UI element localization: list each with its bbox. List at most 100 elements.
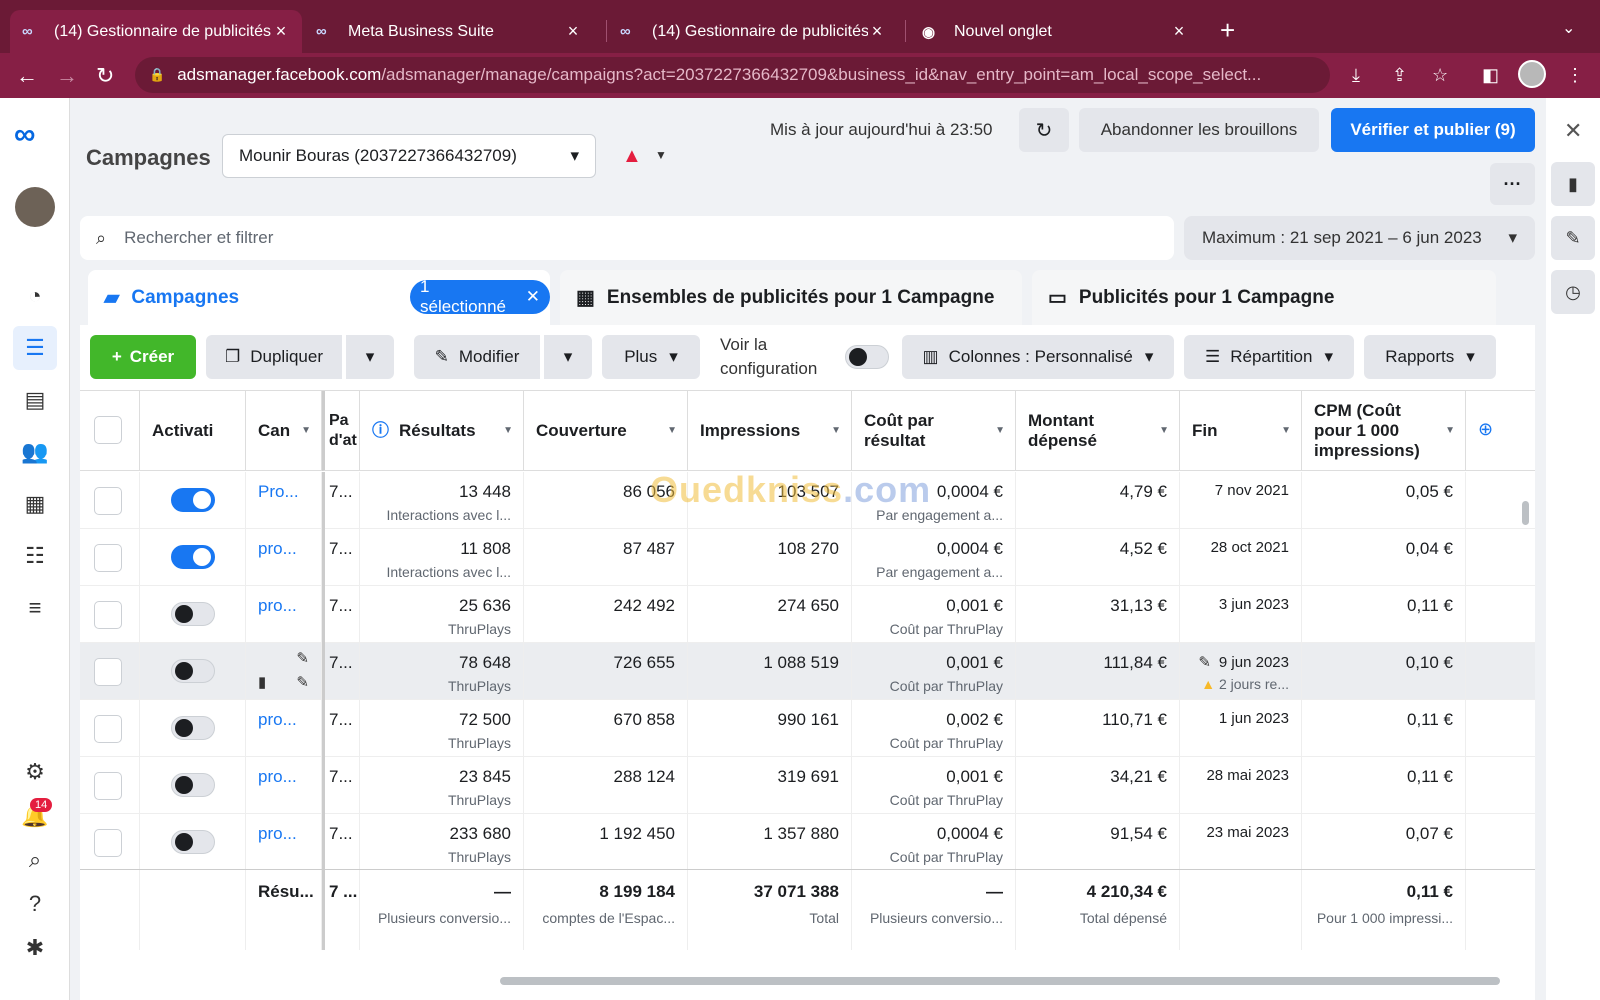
tab-campaigns[interactable]: ▰ Campagnes 1 sélectionné ✕ xyxy=(88,270,550,325)
header-end-date[interactable]: Fin ▼ xyxy=(1180,391,1302,471)
header-reach[interactable]: Couverture ▼ xyxy=(524,391,688,471)
activation-toggle[interactable] xyxy=(170,488,215,512)
all-tools-menu-icon[interactable]: ≡ xyxy=(13,586,57,630)
browser-profile-avatar[interactable] xyxy=(1518,60,1546,88)
close-tab-icon[interactable]: × xyxy=(272,21,290,42)
header-cost-per-result[interactable]: Coût par résultat ▼ xyxy=(852,391,1016,471)
selected-count-pill[interactable]: 1 sélectionné ✕ xyxy=(410,277,550,316)
table-row[interactable]: pro... 7... 233 680 ThruPlays 1 192 450 1 357… xyxy=(80,814,1535,871)
search-filter-bar[interactable]: ⌕ Rechercher et filtrer xyxy=(80,216,1174,260)
add-column-plus-icon[interactable]: ⊕ xyxy=(1478,419,1493,440)
tab-ad-sets[interactable]: ▦ Ensembles de publicités pour 1 Campagn… xyxy=(560,270,1022,325)
duplicate-dropdown[interactable]: ▾ xyxy=(346,335,394,379)
more-options-button[interactable]: ··· xyxy=(1490,163,1535,205)
row-checkbox[interactable] xyxy=(94,772,122,800)
charts-bar-icon[interactable]: ▮ xyxy=(1551,162,1595,206)
address-bar[interactable]: 🔒 adsmanager.facebook.com /adsmanager/ma… xyxy=(135,57,1330,93)
discard-drafts-button[interactable]: Abandonner les brouillons xyxy=(1079,108,1319,152)
pencil-icon[interactable]: ✎ xyxy=(296,673,309,691)
row-checkbox[interactable] xyxy=(94,544,122,572)
close-tab-icon[interactable]: × xyxy=(1170,21,1188,42)
more-actions-button[interactable]: Plus ▾ xyxy=(602,335,700,379)
history-clock-icon[interactable]: ◷ xyxy=(1551,270,1595,314)
header-impressions[interactable]: Impressions ▼ xyxy=(688,391,852,471)
close-tab-icon[interactable]: × xyxy=(564,21,582,42)
browser-tab-ads-manager[interactable]: ∞ (14) Gestionnaire de publicités × xyxy=(608,10,898,53)
activation-toggle[interactable] xyxy=(170,545,215,569)
avatar[interactable] xyxy=(15,187,55,227)
edit-pencil-icon[interactable]: ✎ xyxy=(1551,216,1595,260)
campaign-name-link[interactable]: pro... xyxy=(258,824,297,843)
share-icon[interactable]: ⇪ xyxy=(1392,65,1407,86)
header-amount-spent[interactable]: Montant dépensé ▼ xyxy=(1016,391,1180,471)
row-checkbox[interactable] xyxy=(94,829,122,857)
row-checkbox[interactable] xyxy=(94,601,122,629)
browser-tab-new[interactable]: ◉ Nouvel onglet × xyxy=(910,10,1200,53)
account-selector[interactable]: Mounir Bouras (2037227366432709) ▾ xyxy=(222,134,596,178)
meta-logo-icon[interactable]: ∞ xyxy=(14,118,35,152)
help-icon[interactable]: ? xyxy=(13,882,57,926)
review-publish-button[interactable]: Vérifier et publier (9) xyxy=(1331,108,1535,152)
activation-toggle[interactable] xyxy=(170,716,215,740)
table-row[interactable]: pro... 7... 11 808 Interactions avec l... 87… xyxy=(80,529,1535,586)
tab-ads[interactable]: ▭ Publicités pour 1 Campagne xyxy=(1032,270,1496,325)
close-icon[interactable]: ✕ xyxy=(1564,118,1582,144)
table-row[interactable]: ✎ ▮ ✎ 7... 78 648 ThruPlays 726 655 1 088 519 0,… xyxy=(80,643,1535,700)
activation-toggle[interactable] xyxy=(170,659,215,683)
date-range-selector[interactable]: Maximum : 21 sep 2021 – 6 jun 2023 ▾ xyxy=(1184,216,1535,260)
row-checkbox[interactable] xyxy=(94,487,122,515)
campaign-name-link[interactable]: Pro... xyxy=(258,482,299,501)
duplicate-button[interactable]: ❐ Dupliquer xyxy=(206,335,342,379)
browser-menu-icon[interactable]: ⋮ xyxy=(1566,65,1584,86)
forward-icon[interactable]: → xyxy=(56,63,78,89)
header-activation[interactable]: Activati xyxy=(140,391,246,471)
edit-dropdown[interactable]: ▾ xyxy=(544,335,592,379)
chevron-down-icon[interactable]: ▼ xyxy=(655,148,667,162)
refresh-button[interactable]: ↻ xyxy=(1019,108,1069,152)
activation-toggle[interactable] xyxy=(170,602,215,626)
campaign-name-link[interactable]: pro... xyxy=(258,539,297,558)
audiences-people-icon[interactable]: 👥 xyxy=(13,430,57,474)
horizontal-scrollbar[interactable] xyxy=(500,977,1500,985)
activation-toggle[interactable] xyxy=(170,773,215,797)
create-button[interactable]: + Créer xyxy=(90,335,196,379)
campaigns-table-icon[interactable]: ☰ xyxy=(13,326,57,370)
row-checkbox[interactable] xyxy=(94,658,122,686)
back-icon[interactable]: ← xyxy=(16,63,38,89)
bug-report-icon[interactable]: ✱ xyxy=(13,926,57,970)
header-attribution[interactable]: Pa d'at xyxy=(322,391,360,471)
campaign-name-link[interactable]: pro... xyxy=(258,710,297,729)
catalog-pages-icon[interactable]: ▤ xyxy=(13,378,57,422)
settings-gear-icon[interactable]: ⚙ xyxy=(13,750,57,794)
reload-icon[interactable]: ↻ xyxy=(96,63,114,89)
close-tab-icon[interactable]: × xyxy=(868,21,886,42)
header-results[interactable]: ⓘ Résultats ▼ xyxy=(360,391,524,471)
table-row[interactable]: pro... 7... 25 636 ThruPlays 242 492 274 650 0… xyxy=(80,586,1535,643)
browser-tab-business-suite[interactable]: ∞ Meta Business Suite × xyxy=(304,10,594,53)
table-row[interactable]: pro... 7... 23 845 ThruPlays 288 124 319 691 0… xyxy=(80,757,1535,814)
campaign-name-link[interactable]: pro... xyxy=(258,596,297,615)
tab-search-chevron-icon[interactable]: ⌄ xyxy=(1562,18,1575,38)
search-icon[interactable]: ⌕ xyxy=(13,838,57,882)
table-row[interactable]: pro... 7... 72 500 ThruPlays 670 858 990 161 0… xyxy=(80,700,1535,757)
columns-button[interactable]: ▥ Colonnes : Personnalisé ▾ xyxy=(902,335,1174,379)
edit-button[interactable]: ✎ Modifier xyxy=(414,335,540,379)
reports-button[interactable]: Rapports ▾ xyxy=(1364,335,1496,379)
dashboard-gauge-icon[interactable]: ◔ xyxy=(13,274,57,318)
bar-chart-icon[interactable]: ▮ xyxy=(258,673,266,691)
new-tab-icon[interactable]: + xyxy=(1220,15,1235,46)
row-checkbox[interactable] xyxy=(94,715,122,743)
header-campaign[interactable]: Can ▼ xyxy=(246,391,322,471)
pencil-icon[interactable]: ✎ xyxy=(258,649,309,667)
billing-stack-icon[interactable]: ☷ xyxy=(13,534,57,578)
select-all-checkbox[interactable] xyxy=(94,416,122,444)
warning-icon[interactable]: ▲ xyxy=(622,145,642,168)
install-icon[interactable]: ⤓ xyxy=(1352,65,1360,86)
pencil-icon[interactable]: ✎ xyxy=(1198,654,1211,671)
media-library-icon[interactable]: ▦ xyxy=(13,482,57,526)
clear-selection-close-icon[interactable]: ✕ xyxy=(526,287,540,307)
browser-tab-ads-manager-active[interactable]: ∞ (14) Gestionnaire de publicités × xyxy=(10,10,302,53)
view-config-toggle[interactable] xyxy=(845,345,889,369)
bookmark-star-icon[interactable]: ☆ xyxy=(1432,65,1448,86)
breakdown-button[interactable]: ☰ Répartition ▾ xyxy=(1184,335,1354,379)
